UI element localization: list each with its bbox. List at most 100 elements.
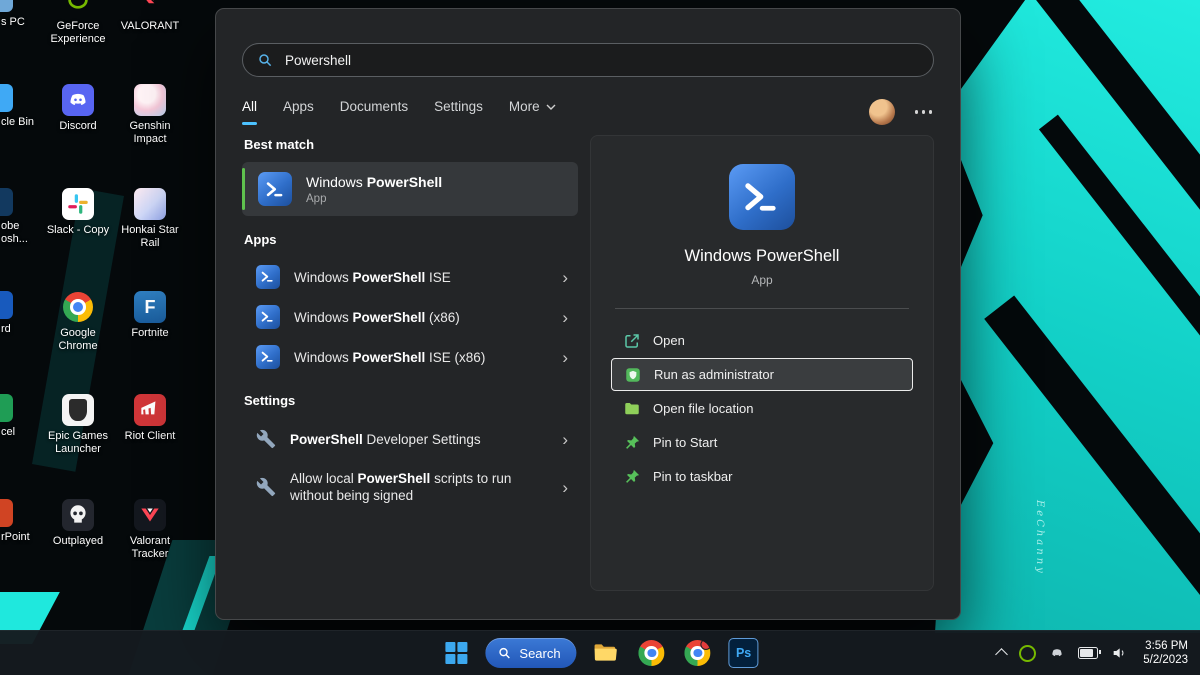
outplayed-icon <box>62 499 94 531</box>
chevron-right-icon[interactable]: › <box>562 349 568 366</box>
desktop-icon-recycle-bin[interactable]: cle Bin <box>0 84 44 129</box>
section-header-best-match: Best match <box>244 137 578 152</box>
taskbar-clock[interactable]: 3:56 PM 5/2/2023 <box>1143 639 1188 667</box>
windows-start-icon <box>445 642 467 664</box>
desktop-icon-fortnite[interactable]: Fortnite <box>112 291 188 340</box>
desktop-icon-excel[interactable]: cel <box>0 394 44 439</box>
photoshop-icon: Ps <box>729 638 759 668</box>
powershell-icon <box>256 265 280 289</box>
action-run-as-administrator[interactable]: Run as administrator <box>611 358 913 391</box>
best-match-result[interactable]: Windows PowerShell App <box>242 162 578 216</box>
action-label: Run as administrator <box>654 367 774 382</box>
chevron-right-icon[interactable]: › <box>562 309 568 326</box>
chrome-profile-button[interactable] <box>681 636 715 670</box>
desktop-icon-discord[interactable]: Discord <box>40 84 116 133</box>
clock-date: 5/2/2023 <box>1143 653 1188 667</box>
tab-all[interactable]: All <box>242 99 257 125</box>
search-bar[interactable] <box>242 43 934 77</box>
chrome-icon <box>62 291 94 323</box>
chevron-right-icon[interactable]: › <box>562 431 568 448</box>
volume-icon[interactable] <box>1111 645 1127 661</box>
search-results-area: Best match Windows PowerShell App Apps <box>242 135 934 591</box>
system-tray: 3:56 PM 5/2/2023 <box>997 631 1188 675</box>
discord-tray-icon[interactable] <box>1049 645 1065 661</box>
tab-apps[interactable]: Apps <box>283 99 314 125</box>
desktop-icon-powerpoint[interactable]: rPoint <box>0 499 44 544</box>
label-suffix: Developer Settings <box>363 432 481 447</box>
result-powershell-x86[interactable]: Windows PowerShell (x86) › <box>242 297 578 337</box>
chrome-profile-icon <box>685 640 711 666</box>
result-powershell-ise[interactable]: Windows PowerShell ISE › <box>242 257 578 297</box>
taskbar-search-label: Search <box>519 646 560 661</box>
desktop-icon-google-chrome[interactable]: Google Chrome <box>40 291 116 352</box>
label-prefix: Allow local <box>290 471 358 486</box>
action-label: Pin to Start <box>653 435 717 450</box>
desktop-icon-riot-client[interactable]: Riot Client <box>112 394 188 443</box>
desktop-icon-word[interactable]: rd <box>0 291 44 336</box>
search-flyout-window: All Apps Documents Settings More <box>215 8 961 620</box>
result-allow-local-scripts[interactable]: Allow local PowerShell scripts to run wi… <box>242 460 578 514</box>
section-header-apps: Apps <box>244 232 578 247</box>
wallpaper-signature: EeChanny <box>1034 500 1045 576</box>
search-filter-tabs: All Apps Documents Settings More <box>242 99 934 125</box>
desktop-icon-epic-games[interactable]: Epic Games Launcher <box>40 394 116 455</box>
action-label: Open <box>653 333 685 348</box>
chevron-right-icon[interactable]: › <box>562 479 568 496</box>
desktop-icon-valorant[interactable]: VALORANT <box>112 0 188 33</box>
tab-settings[interactable]: Settings <box>434 99 483 125</box>
desktop-icon-label: VALORANT <box>112 20 188 33</box>
battery-icon[interactable] <box>1078 647 1098 659</box>
honkai-star-rail-icon <box>134 188 166 220</box>
tab-more[interactable]: More <box>509 99 556 125</box>
discord-icon <box>62 84 94 116</box>
chevron-up-icon[interactable] <box>995 648 1008 661</box>
riot-client-icon <box>134 394 166 426</box>
search-input[interactable] <box>283 52 919 69</box>
action-pin-to-start[interactable]: Pin to Start <box>611 426 913 459</box>
search-icon <box>497 646 511 660</box>
more-options-icon[interactable] <box>913 106 935 118</box>
tab-documents[interactable]: Documents <box>340 99 408 125</box>
desktop-icon-adobe-photoshop[interactable]: obe osh... <box>0 188 44 245</box>
taskbar-center-icons: Search Ps <box>439 631 760 675</box>
result-title: Windows PowerShell <box>306 174 442 190</box>
preview-panel: Windows PowerShell App Open Run as admin… <box>590 135 934 591</box>
desktop-icon-geforce-experience[interactable]: GeForce Experience <box>40 0 116 45</box>
user-avatar[interactable] <box>869 99 895 125</box>
desktop-icon-genshin-impact[interactable]: Genshin Impact <box>112 84 188 145</box>
action-open[interactable]: Open <box>611 324 913 357</box>
chevron-right-icon[interactable]: › <box>562 269 568 286</box>
photoshop-button[interactable]: Ps <box>727 636 761 670</box>
geforce-tray-icon[interactable] <box>1019 645 1036 662</box>
label-match: PowerShell <box>353 350 426 365</box>
file-explorer-button[interactable] <box>589 636 623 670</box>
desktop-icon-label: obe osh... <box>1 220 44 245</box>
powerpoint-icon <box>0 499 13 527</box>
tab-label: Documents <box>340 99 408 114</box>
run-as-admin-icon <box>624 366 642 384</box>
label-match: PowerShell <box>353 310 426 325</box>
result-powershell-ise-x86[interactable]: Windows PowerShell ISE (x86) › <box>242 337 578 377</box>
desktop-icon-this-pc[interactable]: s PC <box>0 0 44 29</box>
powershell-icon <box>258 172 292 206</box>
action-open-file-location[interactable]: Open file location <box>611 392 913 425</box>
result-label: PowerShell Developer Settings <box>290 431 481 448</box>
label-suffix: (x86) <box>425 310 460 325</box>
tab-label: Apps <box>283 99 314 114</box>
results-column: Best match Windows PowerShell App Apps <box>242 135 578 591</box>
recycle-bin-icon <box>0 84 13 112</box>
desktop-icon-valorant-tracker[interactable]: Valorant Tracker <box>112 499 188 560</box>
chrome-button[interactable] <box>635 636 669 670</box>
result-powershell-developer-settings[interactable]: PowerShell Developer Settings › <box>242 418 578 460</box>
desktop-icon-outplayed[interactable]: Outplayed <box>40 499 116 548</box>
desktop-icon-slack[interactable]: Slack - Copy <box>40 188 116 237</box>
valorant-tracker-icon <box>134 499 166 531</box>
taskbar-search-button[interactable]: Search <box>485 638 576 668</box>
start-button[interactable] <box>439 636 473 670</box>
desktop-icon-label: cle Bin <box>1 116 44 129</box>
action-pin-to-taskbar[interactable]: Pin to taskbar <box>611 460 913 493</box>
notification-badge <box>701 640 711 650</box>
desktop-icon-honkai-star-rail[interactable]: Honkai Star Rail <box>112 188 188 249</box>
result-label: Windows PowerShell ISE (x86) <box>294 350 485 365</box>
label-suffix: ISE <box>425 270 451 285</box>
